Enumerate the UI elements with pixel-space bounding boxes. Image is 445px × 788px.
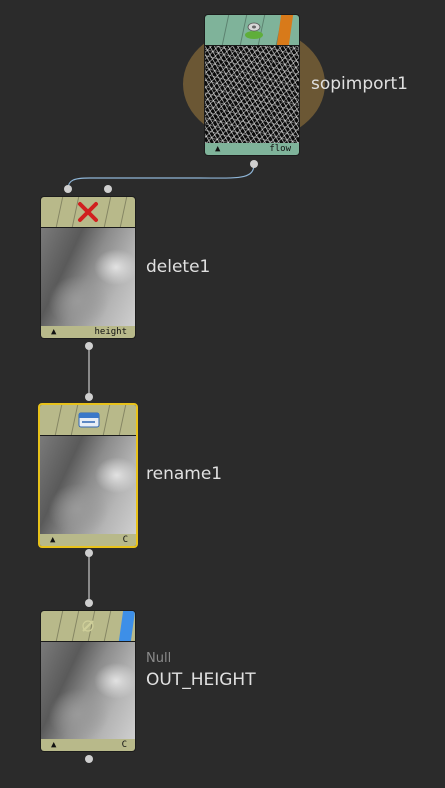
rename-display-flag: C: [122, 535, 128, 545]
null-node-name[interactable]: OUT_HEIGHT: [146, 670, 256, 690]
sopimport-node-name[interactable]: sopimport1: [311, 74, 408, 94]
delete-node-name[interactable]: delete1: [146, 257, 210, 277]
null-icon: [79, 617, 97, 635]
wire-sopimport-to-delete: [67, 163, 255, 190]
delete-footer: ▲ height: [41, 326, 135, 338]
null-node-body[interactable]: ▲ C: [40, 610, 136, 752]
rename-node-body[interactable]: ▲ C: [38, 403, 138, 548]
rename-tag-icon: [78, 410, 100, 430]
delete-display-flag: height: [94, 327, 127, 337]
rename-flag-marker: ▲: [50, 535, 56, 545]
sopimport-node-body[interactable]: ▲ flow: [204, 14, 300, 156]
delete-input-connector-2[interactable]: [104, 185, 112, 193]
delete-thumbnail: [41, 228, 135, 326]
rename-node-header: [40, 405, 136, 436]
delete-flag-marker: ▲: [51, 327, 57, 337]
null-node-header: [41, 611, 135, 642]
null-display-flag: C: [121, 740, 127, 750]
delete-x-icon: [77, 201, 99, 223]
null-footer: ▲ C: [41, 739, 135, 751]
null-input-connector[interactable]: [85, 599, 93, 607]
delete-node-header: [41, 197, 135, 228]
sopimport-color-flag: [276, 15, 294, 45]
sopimport-thumbnail: [205, 46, 299, 143]
sopimport-footer: ▲ flow: [205, 143, 299, 155]
rename-thumbnail: [40, 436, 136, 534]
null-color-flag: [118, 611, 135, 641]
rename-output-connector[interactable]: [85, 549, 93, 557]
null-flag-marker: ▲: [51, 740, 57, 750]
sopimport-output-connector[interactable]: [250, 160, 258, 168]
sopimport-display-flag: flow: [269, 144, 291, 154]
rename-node-name[interactable]: rename1: [146, 464, 222, 484]
rename-footer: ▲ C: [40, 534, 136, 546]
sop-import-icon: [243, 19, 265, 41]
null-node-type: Null: [146, 651, 172, 666]
null-thumbnail: [41, 642, 135, 739]
delete-node-body[interactable]: ▲ height: [40, 196, 136, 339]
sopimport-flag-marker: ▲: [215, 144, 221, 154]
null-output-connector[interactable]: [85, 755, 93, 763]
delete-input-connector-1[interactable]: [64, 185, 72, 193]
rename-input-connector[interactable]: [85, 393, 93, 401]
delete-output-connector[interactable]: [85, 342, 93, 350]
sopimport-node-header: [205, 15, 299, 46]
